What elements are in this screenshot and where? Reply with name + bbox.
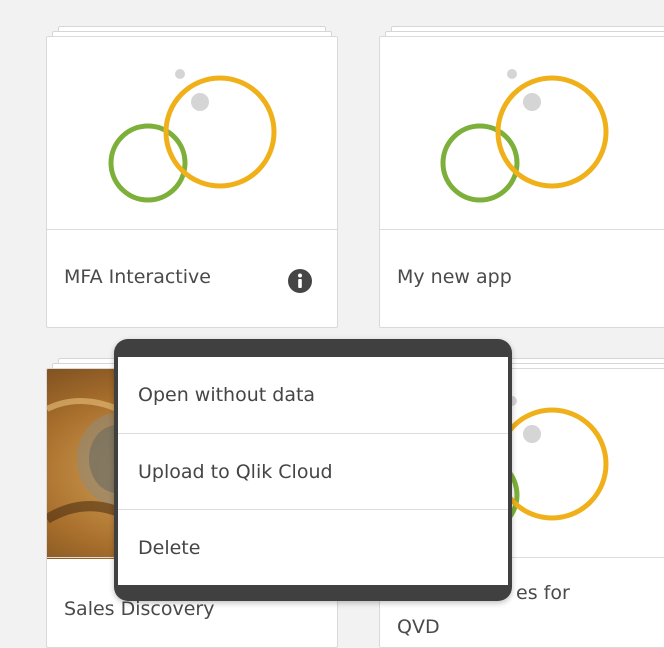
menu-item-open-without-data[interactable]: Open without data [118, 357, 508, 433]
app-thumbnail [47, 37, 337, 230]
card-body: MFA Interactive [46, 36, 338, 328]
app-card-my-new-app[interactable]: My new app [379, 26, 664, 328]
qlik-app-logo [108, 69, 277, 203]
context-menu: Open without data Upload to Qlik Cloud D… [114, 339, 512, 601]
context-menu-list: Open without data Upload to Qlik Cloud D… [118, 357, 508, 585]
menu-item-upload-to-qlik-cloud[interactable]: Upload to Qlik Cloud [118, 433, 508, 509]
info-circle-icon[interactable] [288, 269, 312, 293]
card-body: My new app [379, 36, 664, 328]
app-thumbnail [380, 37, 664, 230]
app-title[interactable]: My new app [397, 266, 512, 288]
app-title[interactable]: MFA Interactive [64, 266, 211, 288]
card-footer: My new app [380, 229, 664, 327]
qlik-app-logo [440, 69, 609, 203]
card-footer: MFA Interactive [47, 229, 337, 327]
app-title[interactable]: Sales Discovery [64, 598, 214, 620]
app-title-partial[interactable]: es for [516, 582, 570, 604]
app-card-mfa-interactive[interactable]: MFA Interactive [46, 26, 338, 328]
menu-item-delete[interactable]: Delete [118, 509, 508, 585]
app-title-partial-line2[interactable]: QVD [397, 616, 440, 638]
